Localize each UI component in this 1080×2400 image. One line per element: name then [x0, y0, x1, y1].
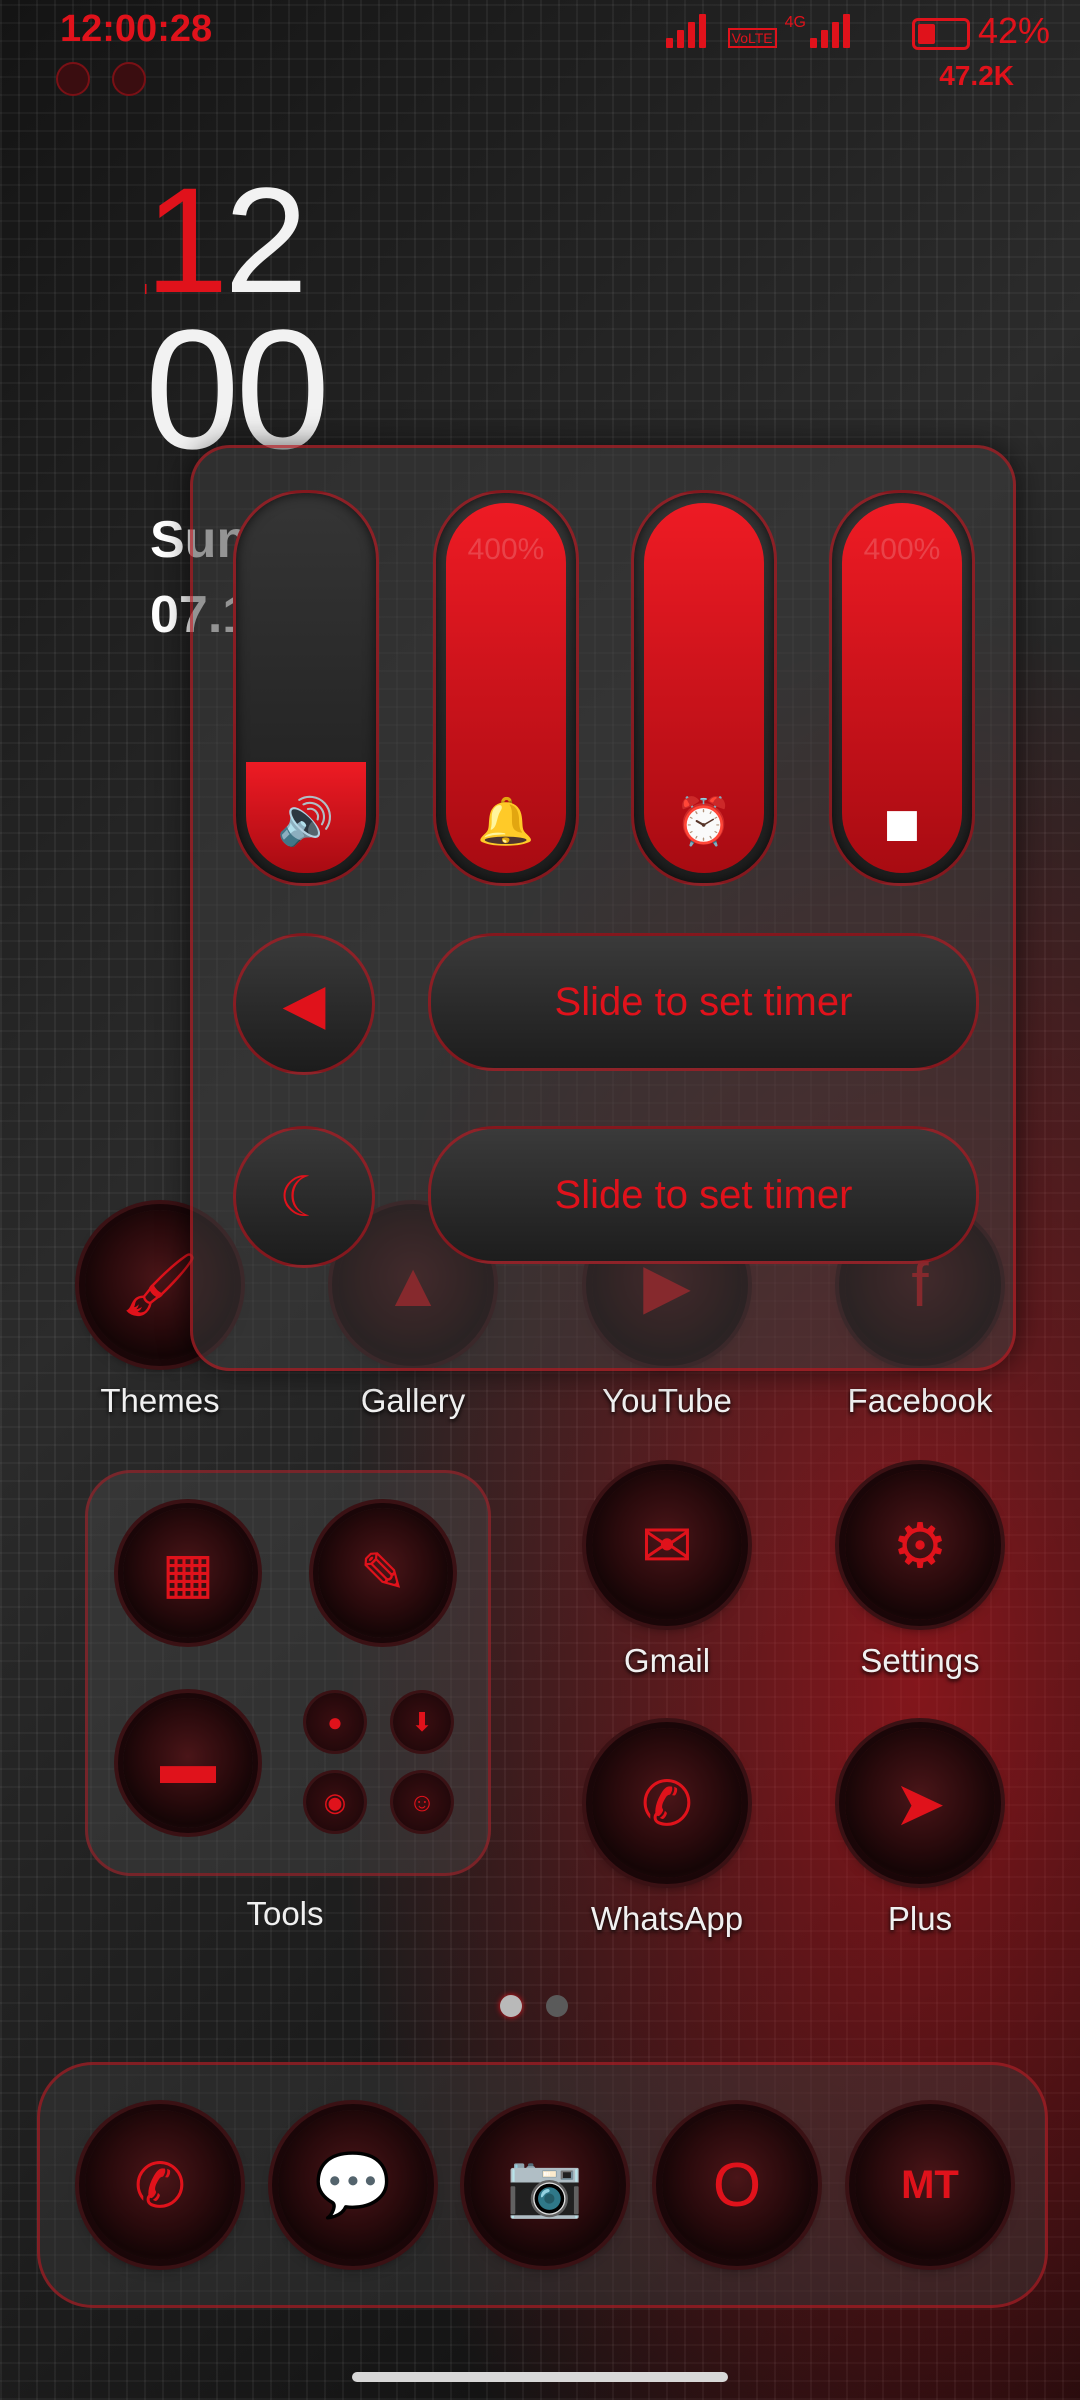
- app-whatsapp[interactable]: ✆ WhatsApp: [587, 1728, 747, 1938]
- app-settings[interactable]: ⚙ Settings: [840, 1470, 1000, 1680]
- page-dot-active: [500, 1995, 522, 2017]
- app-label: YouTube: [602, 1382, 732, 1419]
- clock-widget[interactable]: 1 2 00: [145, 156, 355, 485]
- signal-icon: VoLTE 4G: [665, 14, 850, 48]
- ring-volume-percent: 400%: [467, 533, 545, 566]
- moon-icon: ☾: [278, 1165, 330, 1228]
- youtube-notification-icon: [112, 62, 146, 96]
- gmail-icon: ✉: [592, 1470, 742, 1620]
- opera-icon[interactable]: O: [662, 2110, 812, 2260]
- alarm-clock-icon: ⏰: [675, 795, 733, 847]
- home-indicator[interactable]: [352, 2372, 728, 2382]
- app-plus[interactable]: ➤ Plus: [840, 1728, 1000, 1938]
- app-label: Settings: [860, 1642, 980, 1679]
- volume-control-panel: 🔊 400% 🔔 ⏰ 400% ◼ ◀ Slide to set timer ☾…: [190, 445, 1016, 1371]
- app-label: WhatsApp: [590, 1900, 744, 1937]
- timer-2-label: Slide to set timer: [554, 1172, 853, 1217]
- net-speed: 47.2K: [939, 60, 1014, 91]
- tools-folder-label: Tools: [246, 1895, 324, 1932]
- support-icon[interactable]: ☺: [393, 1773, 451, 1831]
- paper-plane-icon: ➤: [845, 1728, 995, 1878]
- screen-recorder-icon[interactable]: ◉: [306, 1773, 364, 1831]
- notification-volume-percent: 400%: [863, 533, 941, 566]
- timer-1-label: Slide to set timer: [554, 979, 853, 1024]
- status-time: 12:00:28: [60, 8, 213, 50]
- downloads-icon[interactable]: ⬇: [393, 1693, 451, 1751]
- bell-icon: 🔔: [477, 795, 535, 847]
- notification-icon: ◼: [882, 796, 922, 848]
- notification-volume-slider[interactable]: 400% ◼: [829, 490, 975, 886]
- status-bar: 12:00:28 VoLTE 4G 42% 47.2K: [0, 0, 1080, 110]
- status-notification-icons: [56, 62, 146, 96]
- app-label: Plus: [887, 1900, 953, 1937]
- page-indicator: [500, 1995, 568, 2017]
- clock-hour-digit-1: 1: [145, 156, 228, 324]
- dock: ✆ 💬 📷 O MT: [37, 2062, 1048, 2308]
- messages-icon[interactable]: 💬: [278, 2110, 428, 2260]
- file-manager-icon[interactable]: ▬: [123, 1698, 253, 1828]
- media-volume-slider[interactable]: 🔊: [233, 490, 379, 886]
- phone-icon[interactable]: ✆: [85, 2110, 235, 2260]
- notes-icon[interactable]: ✎: [318, 1508, 448, 1638]
- speaker-icon: ◀: [282, 972, 326, 1035]
- sound-toggle-button[interactable]: ◀: [233, 933, 375, 1075]
- battery-percent: 42%: [977, 10, 1050, 51]
- speaker-icon: 🔊: [277, 795, 335, 847]
- ring-volume-slider[interactable]: 400% 🔔: [433, 490, 579, 886]
- timer-slider-2[interactable]: Slide to set timer: [428, 1126, 979, 1264]
- voice-recorder-icon[interactable]: ●: [306, 1693, 364, 1751]
- volte-icon: VoLTE: [727, 28, 777, 48]
- clock-hour-digit-2: 2: [224, 156, 307, 324]
- gear-icon: ⚙: [845, 1470, 995, 1620]
- settings-notification-icon: [56, 62, 90, 96]
- clock-minutes: 00: [145, 295, 330, 485]
- whatsapp-icon: ✆: [592, 1728, 742, 1878]
- network-type: 4G: [784, 14, 806, 31]
- app-label: Gallery: [360, 1382, 466, 1419]
- tools-folder[interactable]: ▦ ✎ ▬ ● ⬇ ◉ ☺: [85, 1470, 491, 1876]
- battery-icon: [912, 18, 970, 50]
- mt-manager-icon[interactable]: MT: [855, 2110, 1005, 2260]
- alarm-volume-slider[interactable]: ⏰: [631, 490, 777, 886]
- app-label: Facebook: [847, 1382, 993, 1419]
- calculator-icon[interactable]: ▦: [123, 1508, 253, 1638]
- page-dot: [546, 1995, 568, 2017]
- app-gmail[interactable]: ✉ Gmail: [587, 1470, 747, 1680]
- app-label: Themes: [100, 1382, 220, 1419]
- do-not-disturb-button[interactable]: ☾: [233, 1126, 375, 1268]
- timer-slider-1[interactable]: Slide to set timer: [428, 933, 979, 1071]
- camera-icon[interactable]: 📷: [470, 2110, 620, 2260]
- app-label: Gmail: [623, 1642, 711, 1679]
